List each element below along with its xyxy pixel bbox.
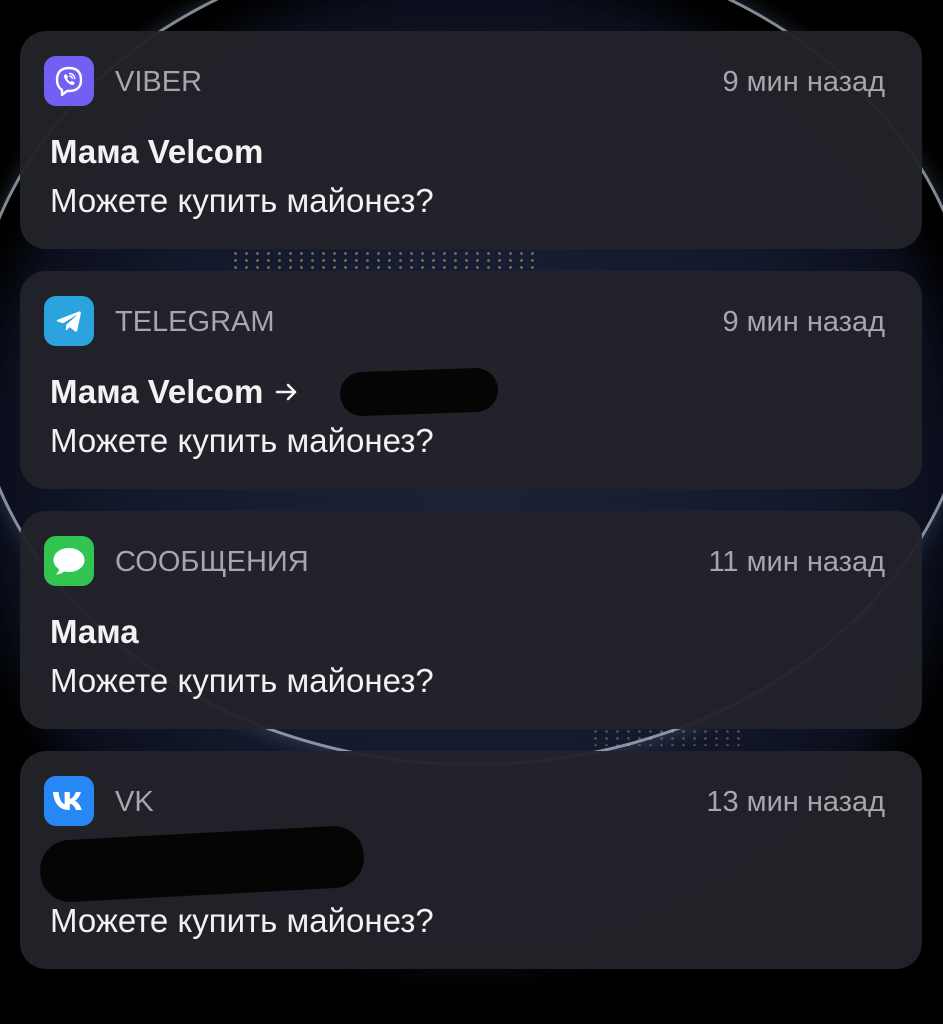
notification-viber[interactable]: VIBER 9 мин назад Мама Velcom Можете куп… (20, 31, 922, 249)
messages-icon (44, 536, 94, 586)
telegram-icon (44, 296, 94, 346)
notification-messages[interactable]: СООБЩЕНИЯ 11 мин назад Мама Можете купит… (20, 511, 922, 729)
notification-message: Можете купить майонез? (50, 662, 434, 699)
notification-vk[interactable]: VK 13 мин назад Можете купить майонез? (20, 751, 922, 969)
notification-telegram[interactable]: TELEGRAM 9 мин назад Мама Velcom Можете … (20, 271, 922, 489)
notification-message: Можете купить майонез? (50, 902, 434, 939)
vk-icon (44, 776, 94, 826)
app-name: СООБЩЕНИЯ (115, 546, 309, 578)
notification-title: Мама Velcom (50, 373, 264, 410)
viber-icon (44, 56, 94, 106)
notification-time: 9 мин назад (722, 306, 885, 338)
notification-title-row: Мама Velcom (50, 132, 263, 172)
city-lights (230, 250, 540, 272)
arrow-right-icon (275, 382, 299, 402)
notification-time: 11 мин назад (708, 546, 885, 578)
notification-title: Мама Velcom (50, 133, 264, 170)
notification-title-row: Мама Velcom (50, 372, 299, 412)
redacted-recipient (339, 367, 499, 417)
app-name: TELEGRAM (115, 306, 275, 338)
notification-title-row: Мама (50, 612, 139, 652)
notification-message: Можете купить майонез? (50, 182, 434, 219)
notification-time: 9 мин назад (722, 66, 885, 98)
redacted-title (38, 824, 366, 904)
city-lights (590, 728, 740, 746)
notification-message: Можете купить майонез? (50, 422, 434, 459)
app-name: VIBER (115, 66, 203, 98)
notification-title: Мама (50, 613, 139, 650)
app-name: VK (115, 786, 154, 818)
notification-time: 13 мин назад (706, 786, 885, 818)
